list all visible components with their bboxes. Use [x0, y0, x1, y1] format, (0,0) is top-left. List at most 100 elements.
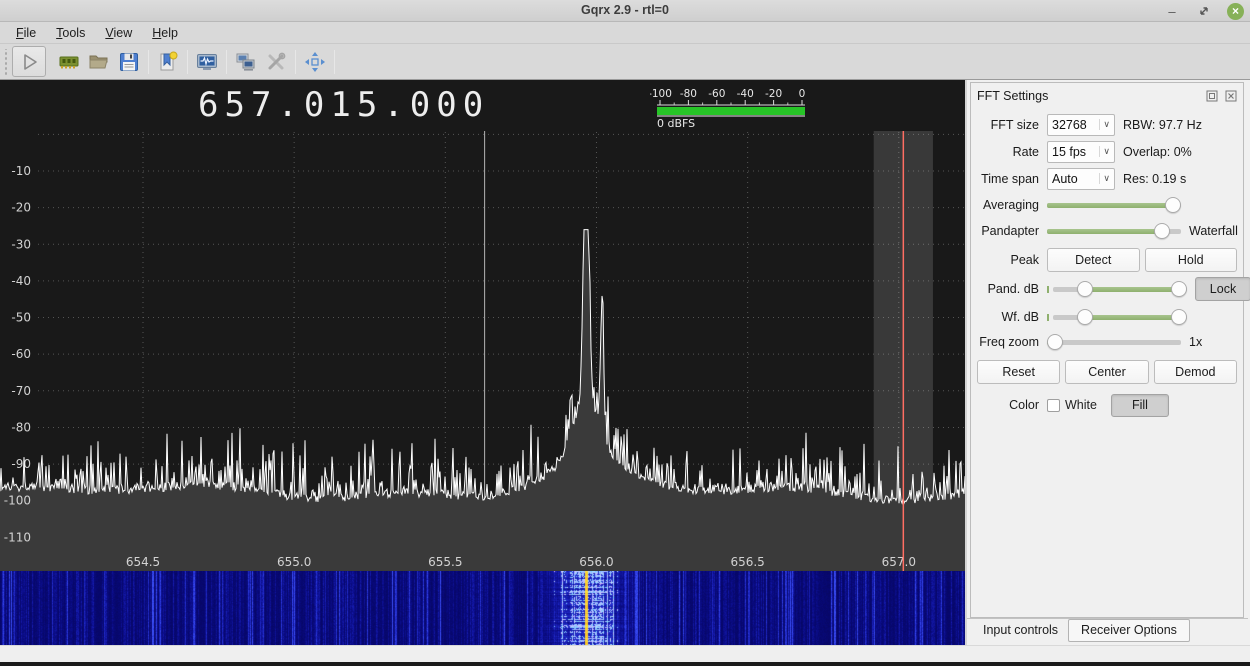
signal-strength-meter: -100 -80 -60 -40 -20 0 0 dBFS — [648, 86, 815, 133]
minimize-button[interactable]: – — [1163, 2, 1181, 20]
svg-text:-110: -110 — [4, 530, 31, 544]
white-checkbox[interactable] — [1047, 398, 1060, 412]
time-span-label: Time span — [981, 171, 1039, 186]
maximize-icon — [1200, 7, 1208, 15]
spectrum-area: 657.015.000 -100 -80 -60 -40 -20 0 0 dBFS -10-… — [0, 80, 967, 645]
toolbar-separator — [226, 49, 227, 74]
svg-text:-60: -60 — [11, 347, 31, 361]
menubar: File Tools View Help — [0, 22, 1250, 43]
menu-tools[interactable]: Tools — [46, 24, 95, 42]
start-dsp-button[interactable] — [12, 46, 46, 77]
fft-size-select[interactable]: 32768 ∨ — [1047, 113, 1115, 136]
remote-control-button[interactable] — [231, 47, 261, 77]
titlebar: Gqrx 2.9 - rtl=0 – × — [0, 0, 1250, 22]
svg-text:-100: -100 — [4, 494, 31, 508]
floppy-save-icon — [120, 52, 138, 71]
pand-db-label: Pand. dB — [987, 282, 1039, 296]
averaging-slider-handle[interactable] — [1165, 197, 1181, 213]
menu-view[interactable]: View — [95, 24, 142, 42]
fft-size-label: FFT size — [990, 117, 1039, 132]
wf-db-label: Wf. dB — [1001, 310, 1039, 324]
toolbar-separator — [148, 49, 149, 74]
svg-text:-100: -100 — [650, 88, 672, 100]
float-panel-button[interactable] — [1205, 90, 1218, 103]
range-high-handle[interactable] — [1170, 281, 1187, 297]
window-bottom-margin — [0, 645, 1250, 662]
device-chip-icon — [59, 56, 79, 68]
bookmarks-button[interactable] — [153, 47, 183, 77]
svg-text:-80: -80 — [680, 88, 697, 100]
expand-arrows-icon — [305, 51, 325, 72]
crossed-tools-icon — [268, 52, 286, 69]
rbw-info: RBW: 97.7 Hz — [1123, 117, 1202, 132]
peak-label: Peak — [1010, 253, 1040, 267]
toolbar-separator — [334, 49, 335, 74]
tab-receiver-options[interactable]: Receiver Options — [1068, 619, 1190, 642]
frequency-display[interactable]: 657.015.000 — [198, 85, 489, 125]
close-panel-button[interactable] — [1224, 90, 1237, 103]
save-settings-button[interactable] — [114, 47, 144, 77]
svg-text:654.5: 654.5 — [126, 555, 160, 569]
freq-zoom-slider[interactable] — [1047, 334, 1181, 350]
svg-text:-30: -30 — [11, 237, 31, 251]
close-button[interactable]: × — [1227, 2, 1244, 20]
svg-text:-60: -60 — [708, 88, 725, 100]
menu-help[interactable]: Help — [142, 24, 188, 42]
svg-text:0: 0 — [799, 88, 806, 100]
range-low-handle[interactable] — [1077, 309, 1094, 325]
svg-text:-20: -20 — [11, 201, 31, 215]
rate-label: Rate — [1012, 144, 1039, 159]
svg-text:657.0: 657.0 — [882, 555, 916, 569]
window-bottom-edge — [0, 662, 1250, 666]
close-icon — [1225, 90, 1236, 102]
svg-text:-90: -90 — [11, 457, 31, 471]
pandapter-plot[interactable]: -10 -20 -30 -40 -50 -60 -70 -80 -90 -100 -110 654.5… — [0, 80, 965, 571]
chevron-down-icon: ∨ — [1099, 119, 1110, 130]
resolution-info: Res: 0.19 s — [1123, 171, 1187, 186]
peak-detect-button[interactable]: Detect — [1047, 248, 1140, 272]
panel-title: FFT Settings — [977, 89, 1049, 103]
toolbar-separator — [295, 49, 296, 74]
color-label: Color — [1009, 398, 1039, 412]
pandapter-db-range-slider[interactable] — [1053, 281, 1187, 297]
monitor-waveform-icon — [197, 53, 217, 70]
svg-text:-10: -10 — [11, 164, 31, 178]
demod-button[interactable]: Demod — [1153, 360, 1237, 384]
open-folder-icon — [89, 55, 108, 68]
range-tick — [1047, 313, 1049, 321]
dsp-settings-button[interactable] — [192, 47, 222, 77]
time-span-select[interactable]: Auto ∨ — [1047, 167, 1115, 190]
toolbar-drag-handle[interactable] — [2, 48, 10, 75]
networked-computers-icon — [236, 53, 255, 71]
svg-text:-50: -50 — [11, 311, 31, 325]
waterfall-display[interactable] — [0, 571, 965, 645]
range-high-handle[interactable] — [1170, 309, 1187, 325]
svg-text:-40: -40 — [11, 274, 31, 288]
tab-input-controls[interactable]: Input controls — [973, 619, 1068, 641]
center-button[interactable]: Center — [1065, 360, 1149, 384]
zoom-factor: 1x — [1189, 335, 1203, 349]
pandapter-waterfall-split-slider[interactable] — [1047, 223, 1181, 239]
split-slider-handle[interactable] — [1154, 223, 1171, 239]
tools-button[interactable] — [261, 47, 291, 77]
waterfall-label: Waterfall — [1189, 224, 1238, 238]
float-icon — [1206, 90, 1217, 102]
chevron-down-icon: ∨ — [1099, 173, 1110, 184]
freq-zoom-handle[interactable] — [1047, 334, 1063, 350]
bookmark-icon — [160, 51, 178, 70]
fill-button[interactable]: Fill — [1110, 393, 1169, 417]
fullscreen-button[interactable] — [300, 47, 330, 77]
load-settings-button[interactable] — [84, 47, 114, 77]
lock-button[interactable]: Lock — [1195, 277, 1250, 301]
rate-select[interactable]: 15 fps ∨ — [1047, 140, 1115, 163]
waterfall-db-range-slider[interactable] — [1053, 309, 1187, 325]
white-checkbox-label: White — [1065, 398, 1097, 412]
reset-button[interactable]: Reset — [977, 360, 1061, 384]
maximize-button[interactable] — [1195, 2, 1213, 20]
averaging-slider[interactable] — [1047, 197, 1181, 213]
range-low-handle[interactable] — [1077, 281, 1094, 297]
configure-io-devices-button[interactable] — [54, 47, 84, 77]
peak-hold-button[interactable]: Hold — [1144, 248, 1237, 272]
fft-settings-panel: FFT Settings FFT size 32768 ∨ RBW: 97.7 … — [970, 82, 1250, 618]
menu-file[interactable]: File — [6, 24, 46, 42]
